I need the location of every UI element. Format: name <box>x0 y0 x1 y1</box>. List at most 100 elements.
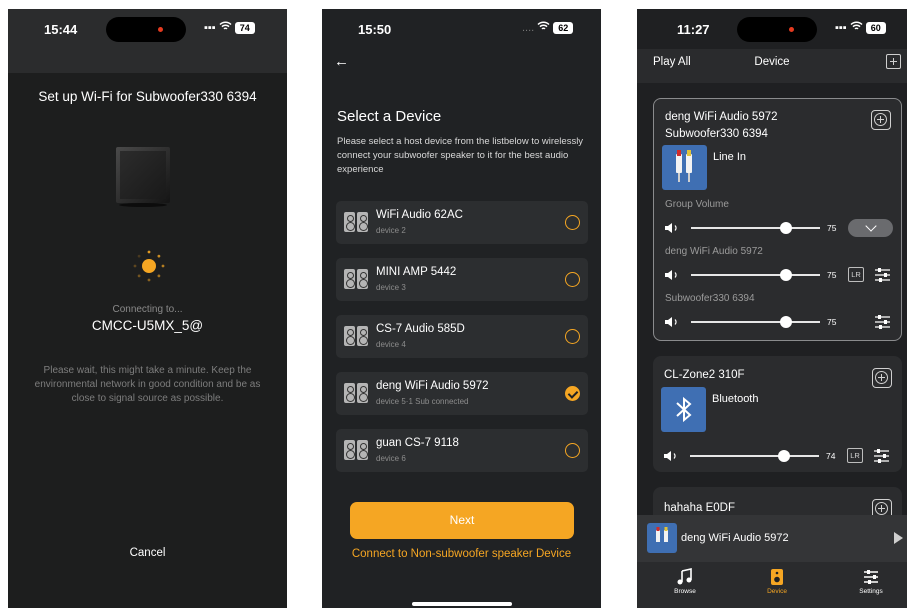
subwoofer-image <box>116 147 170 207</box>
wait-message: Please wait, this might take a minute. K… <box>34 365 261 404</box>
volume-icon <box>665 317 677 327</box>
home-indicator <box>412 602 512 606</box>
status-bar: 11:27 ▪▪▪ 60 <box>637 9 907 49</box>
music-note-icon <box>677 568 692 585</box>
card-title: CL-Zone2 310F <box>664 369 745 381</box>
device-radio-selected[interactable] <box>565 386 580 401</box>
dynamic-island <box>106 17 186 42</box>
equalizer-settings-icon[interactable] <box>874 267 891 282</box>
battery-icon: 60 <box>865 21 886 34</box>
now-playing-title: deng WiFi Audio 5972 <box>681 532 789 544</box>
dynamic-island <box>737 17 817 42</box>
battery-icon: 74 <box>234 21 255 34</box>
volume-icon <box>664 451 676 461</box>
tab-browse[interactable]: Browse <box>655 568 715 595</box>
member-volume-row: 75 LR <box>664 267 892 283</box>
slider-knob[interactable] <box>778 450 790 462</box>
page-title: Set up Wi-Fi for Subwoofer330 6394 <box>38 89 257 104</box>
slider-knob[interactable] <box>780 222 792 234</box>
wifi-icon <box>850 21 863 34</box>
device-radio[interactable] <box>565 272 580 287</box>
status-icons: .... 62 <box>522 21 574 34</box>
member-volume-slider[interactable] <box>691 269 820 281</box>
source-label: Line In <box>713 151 747 163</box>
equalizer-settings-icon[interactable] <box>874 314 891 329</box>
group-volume-slider[interactable] <box>691 222 820 234</box>
signal-icon: ▪▪▪ <box>204 21 216 34</box>
device-name: WiFi Audio 62AC <box>376 209 463 221</box>
wifi-setup-screen: 15:44 ▪▪▪ 74 Set up Wi-Fi for Subwoofer3… <box>8 9 287 608</box>
device-subtitle: device 3 <box>376 283 406 292</box>
tab-device[interactable]: Device <box>747 568 807 595</box>
add-to-group-icon[interactable] <box>871 110 891 130</box>
lr-channel-button[interactable]: LR <box>847 448 863 463</box>
status-icons: ▪▪▪ 60 <box>835 21 886 34</box>
device-name: guan CS-7 9118 <box>376 437 459 449</box>
device-list-item[interactable]: CS-7 Audio 585D device 4 <box>336 315 588 358</box>
chevron-down-icon[interactable] <box>848 219 893 237</box>
equalizer-settings-icon[interactable] <box>873 448 890 463</box>
volume-value: 75 <box>827 317 837 327</box>
back-arrow-icon[interactable]: ← <box>334 53 349 70</box>
connecting-label: Connecting to... <box>112 304 183 315</box>
card-title: hahaha E0DF <box>664 502 735 514</box>
device-name: deng WiFi Audio 5972 <box>376 380 489 392</box>
page-description: Please select a host device from the lis… <box>337 136 584 175</box>
bluetooth-icon <box>661 387 706 432</box>
network-ssid: CMCC-U5MX_5@ <box>91 318 204 333</box>
signal-icon: ▪▪▪ <box>835 21 847 34</box>
loading-spinner-icon <box>133 250 165 282</box>
member-volume-row: 75 <box>664 314 892 330</box>
volume-value: 74 <box>826 451 836 461</box>
slider-knob[interactable] <box>780 316 792 328</box>
device-radio[interactable] <box>565 215 580 230</box>
group-volume-row: 75 <box>664 219 893 237</box>
status-bar: 15:44 ▪▪▪ 74 <box>8 9 287 49</box>
zone-device-card[interactable]: CL-Zone2 310F Bluetooth 74 LR <box>653 356 902 472</box>
device-list-item[interactable]: deng WiFi Audio 5972 device 5·1 Sub conn… <box>336 372 588 415</box>
member-volume-slider[interactable] <box>691 316 820 328</box>
signal-icon: .... <box>522 21 535 34</box>
select-device-screen: 15:50 .... 62 ← Select a Device Please s… <box>322 9 601 608</box>
lr-channel-button[interactable]: LR <box>848 267 864 282</box>
slider-knob[interactable] <box>780 269 792 281</box>
tab-settings[interactable]: Settings <box>841 568 901 595</box>
sliders-icon <box>864 570 878 584</box>
status-time: 15:44 <box>44 22 78 37</box>
bottom-tab-bar: Browse Device Settings <box>637 562 907 608</box>
member-name: Subwoofer330 6394 <box>665 293 755 304</box>
device-name: MINI AMP 5442 <box>376 266 457 278</box>
status-bar: 15:50 .... 62 <box>322 9 601 49</box>
now-playing-bar[interactable]: deng WiFi Audio 5972 <box>637 515 907 562</box>
next-button[interactable]: Next <box>350 502 574 539</box>
card-title-line1: deng WiFi Audio 5972 <box>665 111 778 123</box>
cancel-button[interactable]: Cancel <box>8 547 287 559</box>
card-title-line2: Subwoofer330 6394 <box>665 128 768 140</box>
non-subwoofer-link[interactable]: Connect to Non-subwoofer speaker Device <box>322 548 601 560</box>
source-label: Bluetooth <box>712 393 759 405</box>
add-icon[interactable] <box>886 54 901 69</box>
group-device-card[interactable]: deng WiFi Audio 5972 Subwoofer330 6394 L… <box>653 98 902 341</box>
status-time: 15:50 <box>358 22 392 37</box>
status-time: 11:27 <box>677 22 710 37</box>
speaker-icon <box>344 383 369 403</box>
device-radio[interactable] <box>565 329 580 344</box>
device-list-item[interactable]: WiFi Audio 62AC device 2 <box>336 201 588 244</box>
volume-icon <box>665 270 677 280</box>
device-list-item[interactable]: guan CS-7 9118 device 6 <box>336 429 588 472</box>
device-subtitle: device 5·1 Sub connected <box>376 397 469 406</box>
speaker-icon <box>344 269 369 289</box>
speaker-icon <box>344 212 369 232</box>
device-subtitle: device 2 <box>376 226 406 235</box>
play-icon[interactable] <box>894 532 903 544</box>
device-list-item[interactable]: MINI AMP 5442 device 3 <box>336 258 588 301</box>
line-in-icon <box>662 145 707 190</box>
member-name: deng WiFi Audio 5972 <box>665 246 763 257</box>
status-icons: ▪▪▪ 74 <box>204 21 255 34</box>
device-subtitle: device 6 <box>376 454 406 463</box>
device-list-screen: 11:27 ▪▪▪ 60 Play All Device deng WiFi A… <box>637 9 907 608</box>
zone-volume-slider[interactable] <box>690 450 819 462</box>
battery-icon: 62 <box>553 21 574 34</box>
add-to-group-icon[interactable] <box>872 368 892 388</box>
device-radio[interactable] <box>565 443 580 458</box>
